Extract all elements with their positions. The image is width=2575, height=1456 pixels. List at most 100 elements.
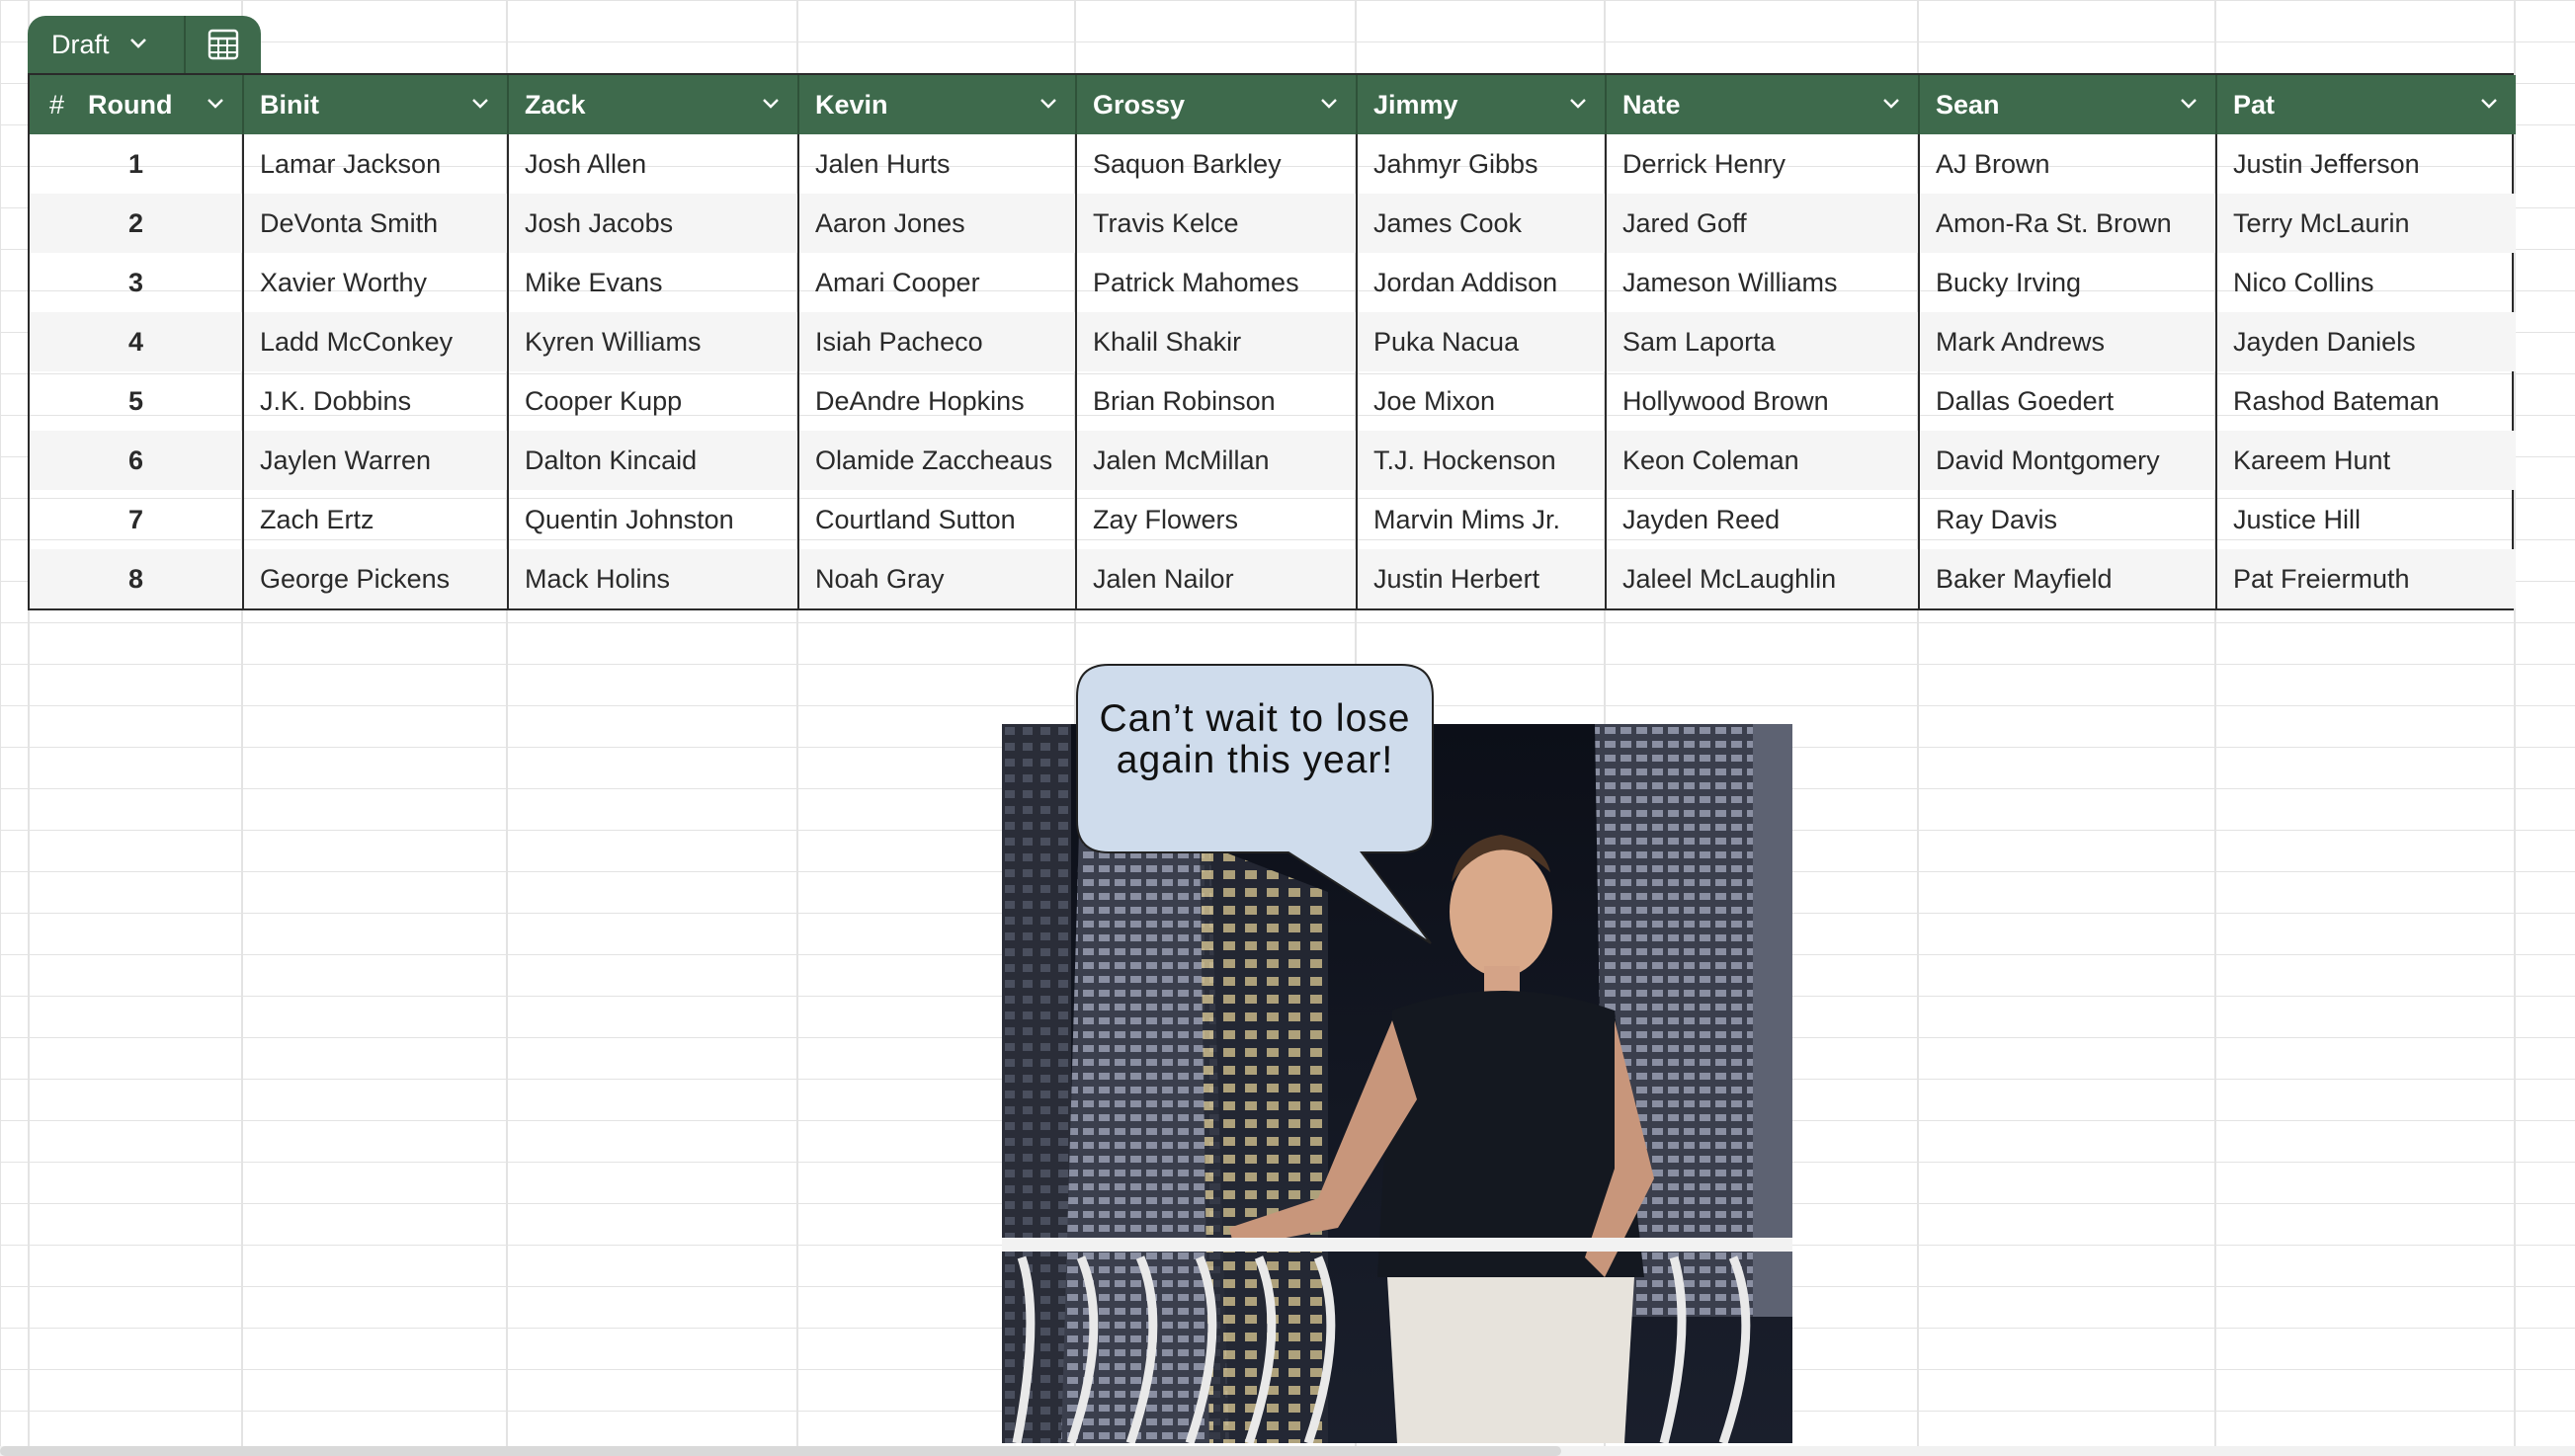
player-cell[interactable]: T.J. Hockenson bbox=[1357, 431, 1607, 490]
player-cell[interactable]: Jared Goff bbox=[1606, 194, 1920, 253]
player-cell[interactable]: Jayden Reed bbox=[1606, 490, 1920, 549]
player-cell[interactable]: Bucky Irving bbox=[1919, 253, 2217, 312]
column-header-zack[interactable]: Zack bbox=[508, 75, 799, 134]
player-cell[interactable]: George Pickens bbox=[243, 549, 509, 608]
player-cell[interactable]: James Cook bbox=[1357, 194, 1607, 253]
player-cell[interactable]: Justice Hill bbox=[2216, 490, 2516, 549]
player-cell[interactable]: DeVonta Smith bbox=[243, 194, 509, 253]
player-cell[interactable]: Cooper Kupp bbox=[508, 371, 799, 431]
player-cell[interactable]: Nico Collins bbox=[2216, 253, 2516, 312]
player-cell[interactable]: Zach Ertz bbox=[243, 490, 509, 549]
spreadsheet-canvas[interactable]: Draft # Round Binit Zack Kevin Grossy Ji… bbox=[0, 0, 2575, 1456]
round-number-cell[interactable]: 5 bbox=[30, 371, 244, 431]
column-header-sean[interactable]: Sean bbox=[1919, 75, 2217, 134]
player-cell[interactable]: Jalen Nailor bbox=[1076, 549, 1358, 608]
horizontal-scrollbar[interactable] bbox=[0, 1446, 2575, 1456]
player-cell[interactable]: Jaleel McLaughlin bbox=[1606, 549, 1920, 608]
player-cell[interactable]: Ray Davis bbox=[1919, 490, 2217, 549]
player-cell[interactable]: Jameson Williams bbox=[1606, 253, 1920, 312]
player-cell[interactable]: Mark Andrews bbox=[1919, 312, 2217, 371]
player-cell[interactable]: Sam Laporta bbox=[1606, 312, 1920, 371]
player-cell[interactable]: DeAndre Hopkins bbox=[798, 371, 1077, 431]
player-cell[interactable]: Patrick Mahomes bbox=[1076, 253, 1358, 312]
player-cell[interactable]: Olamide Zaccheaus bbox=[798, 431, 1077, 490]
player-cell[interactable]: Jalen Hurts bbox=[798, 134, 1077, 194]
column-header-jimmy[interactable]: Jimmy bbox=[1357, 75, 1607, 134]
column-header-binit[interactable]: Binit bbox=[243, 75, 509, 134]
player-cell[interactable]: Jalen McMillan bbox=[1076, 431, 1358, 490]
player-cell[interactable]: Jayden Daniels bbox=[2216, 312, 2516, 371]
player-cell[interactable]: Xavier Worthy bbox=[243, 253, 509, 312]
player-cell[interactable]: David Montgomery bbox=[1919, 431, 2217, 490]
player-cell[interactable]: Khalil Shakir bbox=[1076, 312, 1358, 371]
player-cell[interactable]: Aaron Jones bbox=[798, 194, 1077, 253]
player-cell[interactable]: Courtland Sutton bbox=[798, 490, 1077, 549]
round-number-cell[interactable]: 8 bbox=[30, 549, 244, 608]
player-cell[interactable]: Amon-Ra St. Brown bbox=[1919, 194, 2217, 253]
player-cell[interactable]: Rashod Bateman bbox=[2216, 371, 2516, 431]
chevron-down-icon[interactable] bbox=[1318, 90, 1340, 121]
column-header-kevin[interactable]: Kevin bbox=[798, 75, 1077, 134]
player-cell[interactable]: Isiah Pacheco bbox=[798, 312, 1077, 371]
player-cell[interactable]: Kyren Williams bbox=[508, 312, 799, 371]
player-cell[interactable]: Jaylen Warren bbox=[243, 431, 509, 490]
player-cell[interactable]: Marvin Mims Jr. bbox=[1357, 490, 1607, 549]
player-cell[interactable]: Kareem Hunt bbox=[2216, 431, 2516, 490]
chevron-down-icon[interactable] bbox=[2178, 90, 2200, 121]
player-cell[interactable]: Quentin Johnston bbox=[508, 490, 799, 549]
player-cell[interactable]: Derrick Henry bbox=[1606, 134, 1920, 194]
round-number-cell[interactable]: 2 bbox=[30, 194, 244, 253]
column-header-grossy[interactable]: Grossy bbox=[1076, 75, 1358, 134]
player-cell[interactable]: Joe Mixon bbox=[1357, 371, 1607, 431]
player-cell[interactable]: Brian Robinson bbox=[1076, 371, 1358, 431]
player-cell[interactable]: Dalton Kincaid bbox=[508, 431, 799, 490]
chevron-down-icon[interactable] bbox=[1567, 90, 1589, 121]
player-cell[interactable]: Dallas Goedert bbox=[1919, 371, 2217, 431]
player-cell[interactable]: Josh Allen bbox=[508, 134, 799, 194]
scrollbar-thumb[interactable] bbox=[0, 1446, 1561, 1456]
player-cell[interactable]: Mack Holins bbox=[508, 549, 799, 608]
player-cell[interactable]: Amari Cooper bbox=[798, 253, 1077, 312]
round-number-cell[interactable]: 1 bbox=[30, 134, 244, 194]
chevron-down-icon[interactable] bbox=[1880, 90, 1902, 121]
round-number-cell[interactable]: 6 bbox=[30, 431, 244, 490]
player-cell[interactable]: Pat Freiermuth bbox=[2216, 549, 2516, 608]
player-cell[interactable]: Travis Kelce bbox=[1076, 194, 1358, 253]
player-cell[interactable]: Keon Coleman bbox=[1606, 431, 1920, 490]
player-cell[interactable]: Justin Jefferson bbox=[2216, 134, 2516, 194]
round-number-cell[interactable]: 3 bbox=[30, 253, 244, 312]
player-cell[interactable]: Baker Mayfield bbox=[1919, 549, 2217, 608]
table-name: Draft bbox=[51, 29, 110, 59]
chevron-down-icon[interactable] bbox=[1038, 90, 1059, 121]
player-cell[interactable]: Lamar Jackson bbox=[243, 134, 509, 194]
player-cell[interactable]: Terry McLaurin bbox=[2216, 194, 2516, 253]
column-header-nate[interactable]: Nate bbox=[1606, 75, 1920, 134]
player-cell[interactable]: Puka Nacua bbox=[1357, 312, 1607, 371]
player-cell[interactable]: Saquon Barkley bbox=[1076, 134, 1358, 194]
table-tab[interactable]: Draft bbox=[28, 16, 261, 73]
chevron-down-icon[interactable] bbox=[2478, 90, 2500, 121]
round-number-cell[interactable]: 4 bbox=[30, 312, 244, 371]
player-cell[interactable]: J.K. Dobbins bbox=[243, 371, 509, 431]
column-header-pat[interactable]: Pat bbox=[2216, 75, 2516, 134]
table-view-icon[interactable] bbox=[186, 16, 261, 73]
chevron-down-icon[interactable] bbox=[760, 90, 782, 121]
table-row: 1 Lamar Jackson Josh Allen Jalen Hurts Saquo… bbox=[30, 134, 2516, 194]
player-cell[interactable]: Mike Evans bbox=[508, 253, 799, 312]
player-cell[interactable]: Justin Herbert bbox=[1357, 549, 1607, 608]
player-cell[interactable]: Ladd McConkey bbox=[243, 312, 509, 371]
player-cell[interactable]: Hollywood Brown bbox=[1606, 371, 1920, 431]
column-header-label: Kevin bbox=[815, 89, 888, 120]
player-cell[interactable]: Josh Jacobs bbox=[508, 194, 799, 253]
column-header-round[interactable]: # Round bbox=[30, 75, 244, 134]
round-number-cell[interactable]: 7 bbox=[30, 490, 244, 549]
table-name-dropdown[interactable]: Draft bbox=[28, 16, 184, 73]
player-cell[interactable]: Jordan Addison bbox=[1357, 253, 1607, 312]
player-cell[interactable]: Noah Gray bbox=[798, 549, 1077, 608]
player-cell[interactable]: Zay Flowers bbox=[1076, 490, 1358, 549]
draft-table: # Round Binit Zack Kevin Grossy Jimmy Nate Sean P… bbox=[28, 73, 2516, 610]
player-cell[interactable]: AJ Brown bbox=[1919, 134, 2217, 194]
chevron-down-icon[interactable] bbox=[205, 90, 226, 121]
player-cell[interactable]: Jahmyr Gibbs bbox=[1357, 134, 1607, 194]
chevron-down-icon[interactable] bbox=[469, 90, 491, 121]
